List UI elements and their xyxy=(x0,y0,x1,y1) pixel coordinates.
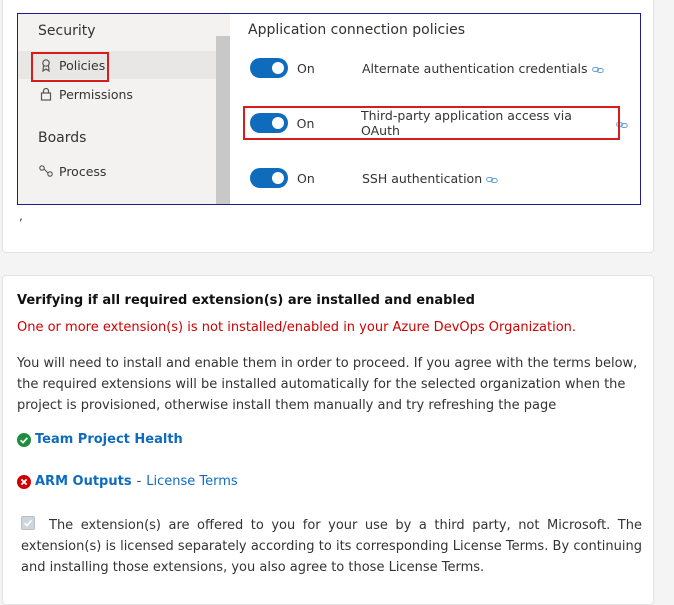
settings-screenshot: Security Policies Permissions Boards Pro… xyxy=(17,13,641,205)
separator: - xyxy=(136,474,142,489)
policy-name-text: Alternate authentication credentials xyxy=(362,60,588,76)
sidebar-item-label: Process xyxy=(59,163,107,179)
policy-toggle-alternate-auth[interactable] xyxy=(250,58,288,78)
extension-item-arm-outputs: ARM Outputs - License Terms xyxy=(17,474,238,489)
toggle-state-label: On xyxy=(297,170,315,186)
scrollbar-thumb[interactable] xyxy=(216,36,230,204)
policies-screenshot-card: Security Policies Permissions Boards Pro… xyxy=(2,0,654,253)
policy-toggle-ssh[interactable] xyxy=(250,168,288,188)
toggle-knob xyxy=(271,117,284,129)
toggle-knob xyxy=(272,62,284,74)
consent-block: The extension(s) are offered to you for … xyxy=(21,515,642,578)
check-circle-icon xyxy=(17,432,31,447)
sidebar-item-label: Policies xyxy=(59,57,106,73)
extension-link[interactable]: ARM Outputs xyxy=(35,474,132,489)
policy-name-text: Third-party application access via OAuth xyxy=(360,108,572,138)
policy-name-text: SSH authentication xyxy=(362,170,483,186)
link-icon[interactable] xyxy=(591,63,604,73)
consent-checkbox[interactable] xyxy=(21,516,35,530)
sidebar-item-permissions[interactable]: Permissions xyxy=(18,80,216,108)
extension-link[interactable]: Team Project Health xyxy=(35,432,183,447)
settings-sidebar: Security Policies Permissions Boards Pro… xyxy=(18,14,216,204)
policy-name: Alternate authentication credentials xyxy=(362,61,604,76)
process-icon xyxy=(38,163,54,179)
policy-row: On Alternate authentication credentials xyxy=(248,56,628,80)
policy-icon xyxy=(38,57,54,73)
policy-row: On Third-party application access via OA… xyxy=(248,108,628,138)
sidebar-item-label: Permissions xyxy=(59,86,133,102)
lock-icon xyxy=(38,86,54,102)
policy-name: Third-party application access via OAuth xyxy=(361,108,628,138)
sidebar-item-process[interactable]: Process xyxy=(18,157,216,185)
policies-title: Application connection policies xyxy=(248,22,465,38)
policy-toggle-oauth[interactable] xyxy=(250,113,288,133)
toggle-knob xyxy=(272,172,284,184)
policy-name: SSH authentication xyxy=(362,171,498,186)
link-icon[interactable] xyxy=(486,173,498,183)
extensions-error: One or more extension(s) is not installe… xyxy=(17,320,577,335)
trailing-mark: , xyxy=(19,209,23,223)
license-terms-link[interactable]: License Terms xyxy=(146,474,237,489)
consent-text: The extension(s) are offered to you for … xyxy=(21,518,642,575)
extensions-card: Verifying if all required extension(s) a… xyxy=(2,275,654,605)
toggle-state-label: On xyxy=(297,60,315,76)
extensions-title: Verifying if all required extension(s) a… xyxy=(17,293,475,308)
extensions-description: You will need to install and enable them… xyxy=(17,356,638,413)
error-circle-icon xyxy=(17,474,31,489)
extension-item-team-project-health: Team Project Health xyxy=(17,432,183,447)
sidebar-section-boards: Boards xyxy=(38,130,87,146)
link-icon[interactable] xyxy=(616,118,628,128)
policy-row: On SSH authentication xyxy=(248,166,628,190)
sidebar-item-policies[interactable]: Policies xyxy=(18,51,216,79)
sidebar-scrollbar[interactable] xyxy=(216,14,230,204)
toggle-state-label: On xyxy=(296,115,315,131)
sidebar-section-security: Security xyxy=(38,23,96,39)
